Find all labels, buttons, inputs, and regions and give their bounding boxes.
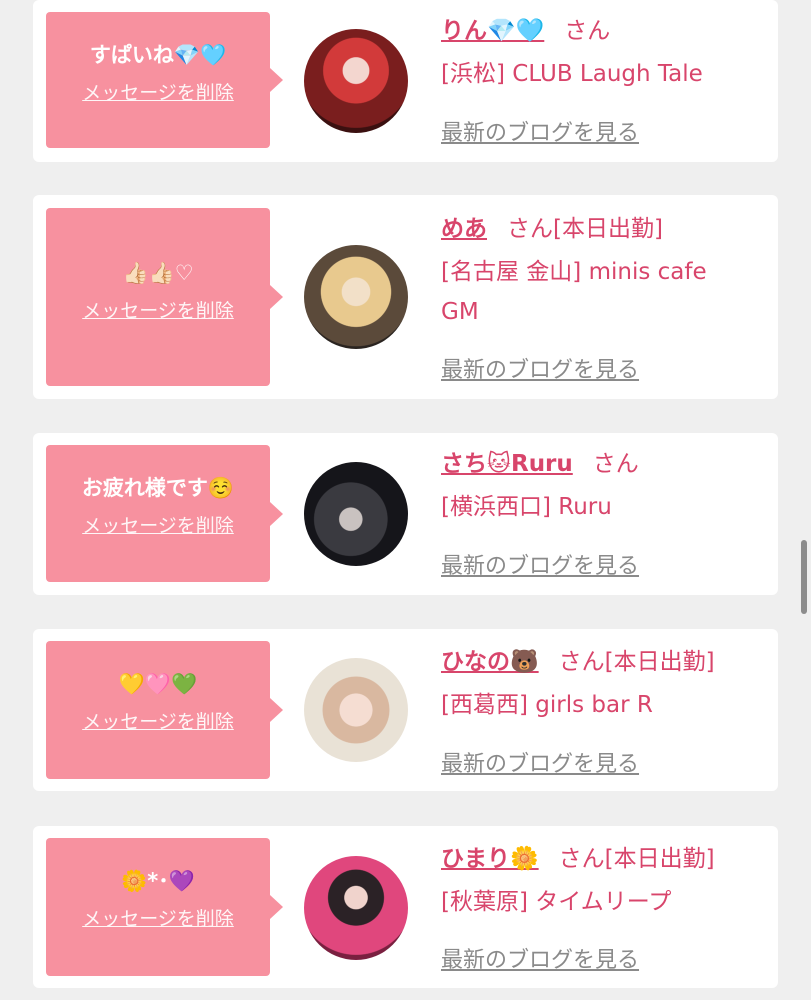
message-text: 🌼*･💜 [121,869,195,893]
cast-info: ひなの🐻 さん[本日出勤] [西葛西] girls bar R [441,645,768,725]
delete-message-link[interactable]: メッセージを削除 [82,511,234,538]
honorific: さん [558,649,605,675]
delete-message-link[interactable]: メッセージを削除 [82,78,234,105]
shop-info: [名古屋 金山] minis cafe GM [441,259,707,325]
message-card: すぱいね💎🩵 メッセージを削除 りん💎🩵 さん [浜松] CLUB Laugh T… [33,0,778,162]
cast-name-link[interactable]: りん💎🩵 [441,18,544,44]
message-card: 🌼*･💜 メッセージを削除 ひまり🌼 さん[本日出勤] [秋葉原] タイムリープ … [33,826,778,988]
avatar[interactable] [304,245,408,349]
message-bubble: 🌼*･💜 メッセージを削除 [46,838,283,976]
avatar[interactable] [304,856,408,960]
cast-name-link[interactable]: さち🐱Ruru [441,451,573,477]
honorific: さん [592,451,639,477]
scrollbar[interactable] [801,540,807,614]
cast-name-link[interactable]: めあ [441,216,487,242]
delete-message-link[interactable]: メッセージを削除 [82,707,234,734]
message-card: お疲れ様です☺️ メッセージを削除 さち🐱Ruru さん [横浜西口] Ruru … [33,433,778,595]
avatar[interactable] [304,29,408,133]
message-card: 👍🏻👍🏻♡ メッセージを削除 めあ さん[本日出勤] [名古屋 金山] minis… [33,195,778,399]
latest-blog-link[interactable]: 最新のブログを見る [441,746,639,778]
shop-info: [西葛西] girls bar R [441,692,653,718]
honorific: さん [558,846,605,872]
latest-blog-link[interactable]: 最新のブログを見る [441,942,639,974]
honorific: さん [564,18,611,44]
shop-info: [浜松] CLUB Laugh Tale [441,61,703,87]
cast-name-link[interactable]: ひまり🌼 [441,846,539,872]
cast-info: りん💎🩵 さん [浜松] CLUB Laugh Tale [441,14,768,94]
cast-info: めあ さん[本日出勤] [名古屋 金山] minis cafe GM [441,212,768,332]
cast-name-link[interactable]: ひなの🐻 [441,649,539,675]
message-card: 💛🩷💚 メッセージを削除 ひなの🐻 さん[本日出勤] [西葛西] girls ba… [33,629,778,791]
status-badge: [本日出勤] [604,649,715,675]
latest-blog-link[interactable]: 最新のブログを見る [441,115,639,147]
message-text: お疲れ様です☺️ [81,476,235,500]
avatar[interactable] [304,658,408,762]
delete-message-link[interactable]: メッセージを削除 [82,296,234,323]
shop-info: [秋葉原] タイムリープ [441,889,672,915]
honorific: さん [507,216,553,242]
message-bubble: すぱいね💎🩵 メッセージを削除 [46,12,283,148]
message-text: 👍🏻👍🏻♡ [122,261,194,285]
avatar[interactable] [304,462,408,566]
status-badge: [本日出勤] [553,216,663,242]
message-text: すぱいね💎🩵 [89,43,227,67]
message-bubble: 💛🩷💚 メッセージを削除 [46,641,283,779]
latest-blog-link[interactable]: 最新のブログを見る [441,548,639,580]
cast-info: ひまり🌼 さん[本日出勤] [秋葉原] タイムリープ [441,842,768,922]
latest-blog-link[interactable]: 最新のブログを見る [441,352,639,384]
message-bubble: 👍🏻👍🏻♡ メッセージを削除 [46,208,283,386]
message-bubble: お疲れ様です☺️ メッセージを削除 [46,445,283,582]
delete-message-link[interactable]: メッセージを削除 [82,904,234,931]
status-badge: [本日出勤] [604,846,715,872]
message-text: 💛🩷💚 [118,672,198,696]
cast-info: さち🐱Ruru さん [横浜西口] Ruru [441,447,768,527]
shop-info: [横浜西口] Ruru [441,494,612,520]
